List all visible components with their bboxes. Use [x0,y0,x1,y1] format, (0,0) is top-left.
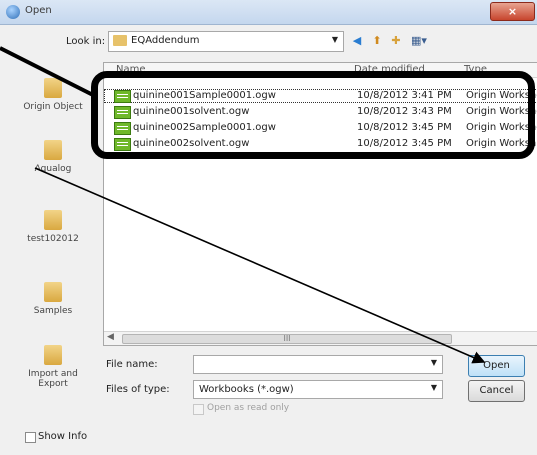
read-only-checkbox[interactable] [193,404,204,415]
close-button[interactable]: × [490,2,535,21]
folder-icon [44,140,62,160]
place-label: test102012 [27,234,79,244]
look-in-value: EQAddendum [131,35,200,46]
place-origin-object[interactable]: Origin Object [8,78,98,112]
chevron-down-icon: ▼ [331,35,338,44]
horizontal-scrollbar[interactable]: ◀ III [104,331,537,345]
place-test102012[interactable]: test102012 [8,210,98,244]
file-name-input[interactable]: ▼ [193,355,443,374]
place-import-export[interactable]: Import and Export [8,345,98,389]
scrollbar-thumb[interactable]: III [122,334,452,344]
column-name[interactable]: Name [116,64,146,75]
file-row[interactable]: quinine001solvent.ogw 10/8/2012 3:43 PM … [104,105,537,119]
cancel-button[interactable]: Cancel [468,380,525,402]
show-info-checkbox[interactable] [25,432,36,443]
place-label: Samples [33,306,73,316]
places-bar: Origin Object Aqualog test102012 Samples… [8,60,98,440]
place-samples[interactable]: Samples [8,282,98,316]
look-in-label: Look in: [66,36,106,47]
column-date[interactable]: Date modified [354,64,425,75]
workbook-icon [114,106,131,119]
folder-icon [44,78,62,98]
show-info-label: Show Info [38,431,88,442]
file-type-label: Files of type: [106,384,170,395]
folder-icon [44,345,62,365]
file-row[interactable]: quinine002Sample0001.ogw 10/8/2012 3:45 … [104,121,537,135]
chevron-down-icon: ▼ [430,383,437,392]
folder-icon [113,35,127,46]
file-row[interactable]: quinine001Sample0001.ogw 10/8/2012 3:41 … [104,89,537,103]
file-type-dropdown[interactable]: Workbooks (*.ogw) ▼ [193,380,443,399]
window-title: Open [25,5,52,16]
place-label: Import and Export [28,369,78,389]
folder-icon [44,210,62,230]
open-button[interactable]: Open [468,355,525,377]
read-only-label: Open as read only [207,403,290,413]
column-type[interactable]: Type [464,64,487,75]
file-name: quinine001solvent.ogw [133,106,250,117]
file-list[interactable]: Name Date modified Type quinine001Sample… [103,62,537,346]
title-bar: Open × [0,0,537,25]
file-name: quinine001Sample0001.ogw [133,90,276,101]
scroll-left-icon[interactable]: ◀ [107,332,114,342]
file-name: quinine002solvent.ogw [133,138,250,149]
file-type: Origin Worksh [466,138,537,149]
views-menu-icon[interactable]: ▦▾ [408,34,430,48]
workbook-icon [114,122,131,135]
file-type: Origin Workshe [466,106,537,117]
file-list-header: Name Date modified Type [104,63,537,78]
up-folder-icon[interactable]: ⬆ [370,34,384,48]
place-aqualog[interactable]: Aqualog [8,140,98,174]
file-date: 10/8/2012 3:41 PM [357,90,452,101]
workbook-icon [114,138,131,151]
file-type: Origin Workshe [466,90,537,101]
file-date: 10/8/2012 3:43 PM [357,106,452,117]
back-icon[interactable]: ◀ [350,34,364,48]
open-dialog: Open × Look in: EQAddendum ▼ ◀ ⬆ ✚ ▦▾ Or… [0,0,537,455]
file-date: 10/8/2012 3:45 PM [357,138,452,149]
chevron-down-icon[interactable]: ▼ [431,358,437,367]
workbook-icon [114,90,131,103]
file-row[interactable]: quinine002solvent.ogw 10/8/2012 3:45 PM … [104,137,537,151]
file-type: Origin Workshe [466,122,537,133]
folder-icon [44,282,62,302]
file-name: quinine002Sample0001.ogw [133,122,276,133]
new-folder-icon[interactable]: ✚ [389,34,403,48]
file-date: 10/8/2012 3:45 PM [357,122,452,133]
place-label: Origin Object [23,102,83,112]
look-in-dropdown[interactable]: EQAddendum ▼ [108,31,344,52]
file-type-value: Workbooks (*.ogw) [199,384,294,395]
place-label: Aqualog [34,164,72,174]
app-icon [6,5,20,19]
file-name-label: File name: [106,359,158,370]
